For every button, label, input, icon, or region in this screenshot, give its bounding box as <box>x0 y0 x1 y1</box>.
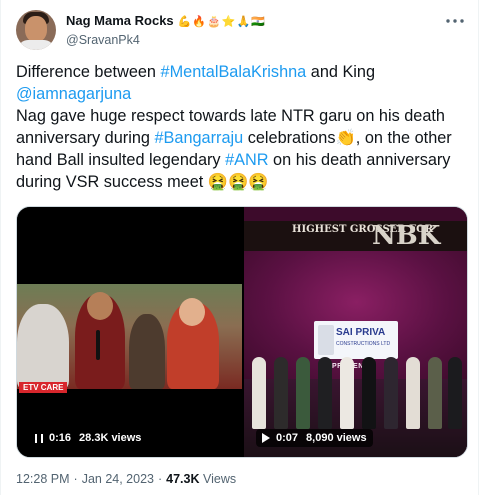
avatar[interactable] <box>16 10 56 50</box>
sponsor-logo: SAI PRIVA CONSTRUCTIONS LTD <box>314 321 398 359</box>
sponsor-title: SAI PRIVA <box>336 327 386 338</box>
author-name-emojis: 💪🔥🎂⭐🙏🇮🇳 <box>177 16 266 28</box>
video-figure <box>129 314 165 389</box>
pause-icon[interactable] <box>35 433 43 443</box>
more-horizontal-icon[interactable] <box>444 12 466 30</box>
video-duration: 0:16 <box>49 432 72 444</box>
avatar-shirt <box>18 40 54 50</box>
video-meta-left: 0:16 28.3K views <box>29 429 148 447</box>
stage-banner: HIGHEST GROSSER FOR NBK <box>244 221 467 251</box>
separator: · <box>73 472 78 486</box>
sponsor-logo-icon <box>318 325 334 355</box>
sponsor-subtitle: CONSTRUCTIONS LTD <box>336 341 391 347</box>
avatar-face <box>25 16 47 42</box>
hashtag-bangarraju[interactable]: #Bangarraju <box>154 129 243 147</box>
stage-figure <box>362 357 376 429</box>
stage-figure <box>340 357 354 429</box>
stage-figure <box>406 357 420 429</box>
video-duration: 0:07 <box>276 432 299 444</box>
stage-figure <box>448 357 462 429</box>
stage-figure <box>428 357 442 429</box>
author-display-name[interactable]: Nag Mama Rocks <box>66 13 174 28</box>
video-thumbnail-left: ETV CARE <box>17 284 242 393</box>
play-icon[interactable] <box>262 433 270 443</box>
stage-figure <box>318 357 332 429</box>
tweet-time[interactable]: 12:28 PM <box>16 472 70 486</box>
stage-figure <box>296 357 310 429</box>
tweet-text-segment: Difference between <box>16 63 161 81</box>
stage-figure <box>252 357 266 429</box>
hashtag-anr[interactable]: #ANR <box>225 151 268 169</box>
author-handle[interactable]: @SravanPk4 <box>66 32 266 49</box>
views-count[interactable]: 47.3K <box>166 472 199 486</box>
stage-figure <box>384 357 398 429</box>
stage-figure <box>274 357 288 429</box>
video-player-left[interactable]: ETV CARE 0:16 28.3K views <box>17 207 242 457</box>
media-grid: ETV CARE 0:16 28.3K views HIGHEST GROSSE… <box>16 206 468 458</box>
video-meta-right: 0:07 8,090 views <box>256 429 373 447</box>
video-figure <box>17 304 69 389</box>
video-views: 8,090 views <box>306 432 367 444</box>
mention-iamnagarjuna[interactable]: @iamnagarjuna <box>16 85 131 103</box>
author-names: Nag Mama Rocks 💪🔥🎂⭐🙏🇮🇳 @SravanPk4 <box>66 12 266 49</box>
video-figure-head <box>179 298 205 326</box>
author-display-name-row[interactable]: Nag Mama Rocks 💪🔥🎂⭐🙏🇮🇳 <box>66 12 266 31</box>
banner-big-text: NBK <box>372 221 441 251</box>
tweet-footer: 12:28 PM · Jan 24, 2023 · 47.3K Views <box>16 471 236 487</box>
tweet-header: Nag Mama Rocks 💪🔥🎂⭐🙏🇮🇳 @SravanPk4 <box>16 10 468 52</box>
tweet-text-segment: and King <box>306 63 376 81</box>
tweet-card: Nag Mama Rocks 💪🔥🎂⭐🙏🇮🇳 @SravanPk4 Differe… <box>0 0 479 495</box>
hashtag-mentalbalakrishna[interactable]: #MentalBalaKrishna <box>161 63 307 81</box>
tweet-text: Difference between #MentalBalaKrishna an… <box>16 61 468 193</box>
microphone-icon <box>96 330 100 360</box>
views-label: Views <box>203 472 237 486</box>
video-views: 28.3K views <box>79 432 142 444</box>
tweet-date[interactable]: Jan 24, 2023 <box>82 472 154 486</box>
separator: · <box>157 472 163 486</box>
channel-watermark: ETV CARE <box>19 382 68 393</box>
video-player-right[interactable]: HIGHEST GROSSER FOR NBK SAI PRIVA CONSTR… <box>244 207 467 457</box>
video-figure-head <box>87 292 113 320</box>
